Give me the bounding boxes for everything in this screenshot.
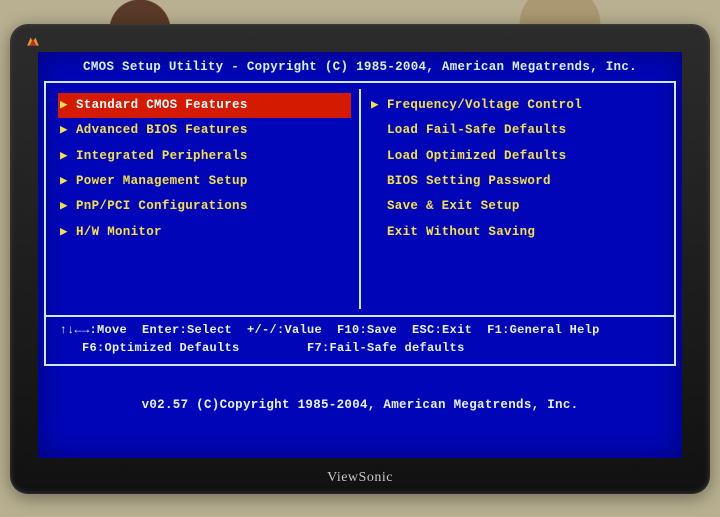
triangle-right-icon: ▶ [60,197,70,216]
menu-item[interactable]: ▶ Integrated Peripherals [58,144,351,169]
menu-column-left: ▶ Standard CMOS Features ▶ Advanced BIOS Fe… [50,89,359,309]
triangle-right-icon: ▶ [60,147,70,166]
triangle-right-icon: ▶ [60,121,70,140]
monitor-brand-label: ViewSonic [10,470,710,486]
help-bar: ↑↓←→:Move Enter:Select +/-/:Value F10:Sa… [44,317,676,366]
menu-item[interactable]: ▶ H/W Monitor [58,220,351,245]
menu-item[interactable]: ▶Load Fail-Safe Defaults [369,118,662,143]
menu-item-label: H/W Monitor [76,223,162,242]
menu-item[interactable]: ▶BIOS Setting Password [369,169,662,194]
menu-item[interactable]: ▶ Power Management Setup [58,169,351,194]
triangle-right-icon: ▶ [60,223,70,242]
menu-item-label: Exit Without Saving [387,223,535,242]
viewsonic-logo-icon [26,34,40,48]
menu-item-label: Save & Exit Setup [387,197,520,216]
bios-title: CMOS Setup Utility - Copyright (C) 1985-… [44,56,676,81]
menu-item[interactable]: ▶Load Optimized Defaults [369,144,662,169]
menu-item-label: Load Fail-Safe Defaults [387,121,566,140]
bios-footer: v02.57 (C)Copyright 1985-2004, American … [44,366,676,415]
menu-item[interactable]: ▶ Standard CMOS Features [58,93,351,118]
menu-item[interactable]: ▶ Frequency/Voltage Control [369,93,662,118]
menu-item[interactable]: ▶ Advanced BIOS Features [58,118,351,143]
menu-item[interactable]: ▶Save & Exit Setup [369,194,662,219]
menu-item-label: Advanced BIOS Features [76,121,248,140]
menu-item[interactable]: ▶ PnP/PCI Configurations [58,194,351,219]
menu-column-right: ▶ Frequency/Voltage Control ▶Load Fail-Saf… [361,89,670,309]
menu-item-label: Frequency/Voltage Control [387,96,582,115]
menu-item-label: Integrated Peripherals [76,147,248,166]
menu-item[interactable]: ▶Exit Without Saving [369,220,662,245]
menu-item-label: PnP/PCI Configurations [76,197,248,216]
triangle-right-icon: ▶ [60,96,70,115]
help-line-1: ↑↓←→:Move Enter:Select +/-/:Value F10:Sa… [52,323,600,337]
menu-item-label: BIOS Setting Password [387,172,551,191]
menu-item-label: Power Management Setup [76,172,248,191]
triangle-right-icon: ▶ [60,172,70,191]
monitor-bezel: CMOS Setup Utility - Copyright (C) 1985-… [10,24,710,494]
menu-item-label: Load Optimized Defaults [387,147,566,166]
help-line-2: F6:Optimized Defaults F7:Fail-Safe defau… [52,341,465,355]
bios-screen: CMOS Setup Utility - Copyright (C) 1985-… [38,52,682,458]
triangle-right-icon: ▶ [371,96,381,115]
menu-item-label: Standard CMOS Features [76,96,248,115]
menu-panel: ▶ Standard CMOS Features ▶ Advanced BIOS Fe… [44,81,676,317]
